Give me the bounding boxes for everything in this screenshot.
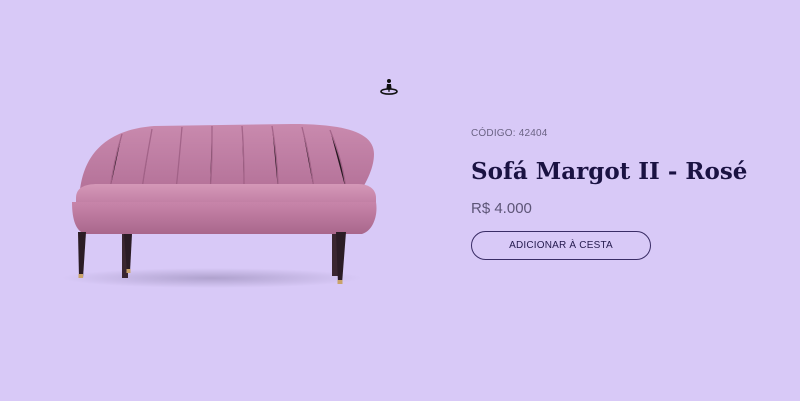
ar-view-icon[interactable] — [379, 78, 399, 96]
product-code-value: 42404 — [518, 128, 548, 139]
product-code-label: CÓDIGO: — [471, 128, 516, 139]
product-code: CÓDIGO: 42404 — [471, 128, 771, 139]
product-info: CÓDIGO: 42404 Sofá Margot II - Rosé R$ 4… — [471, 128, 771, 260]
product-price: R$ 4.000 — [471, 200, 532, 217]
add-to-cart-button[interactable]: ADICIONAR À CESTA — [471, 231, 651, 260]
product-stage: CÓDIGO: 42404 Sofá Margot II - Rosé R$ 4… — [0, 0, 800, 401]
product-title: Sofá Margot II - Rosé — [471, 158, 748, 185]
product-image — [62, 124, 377, 288]
